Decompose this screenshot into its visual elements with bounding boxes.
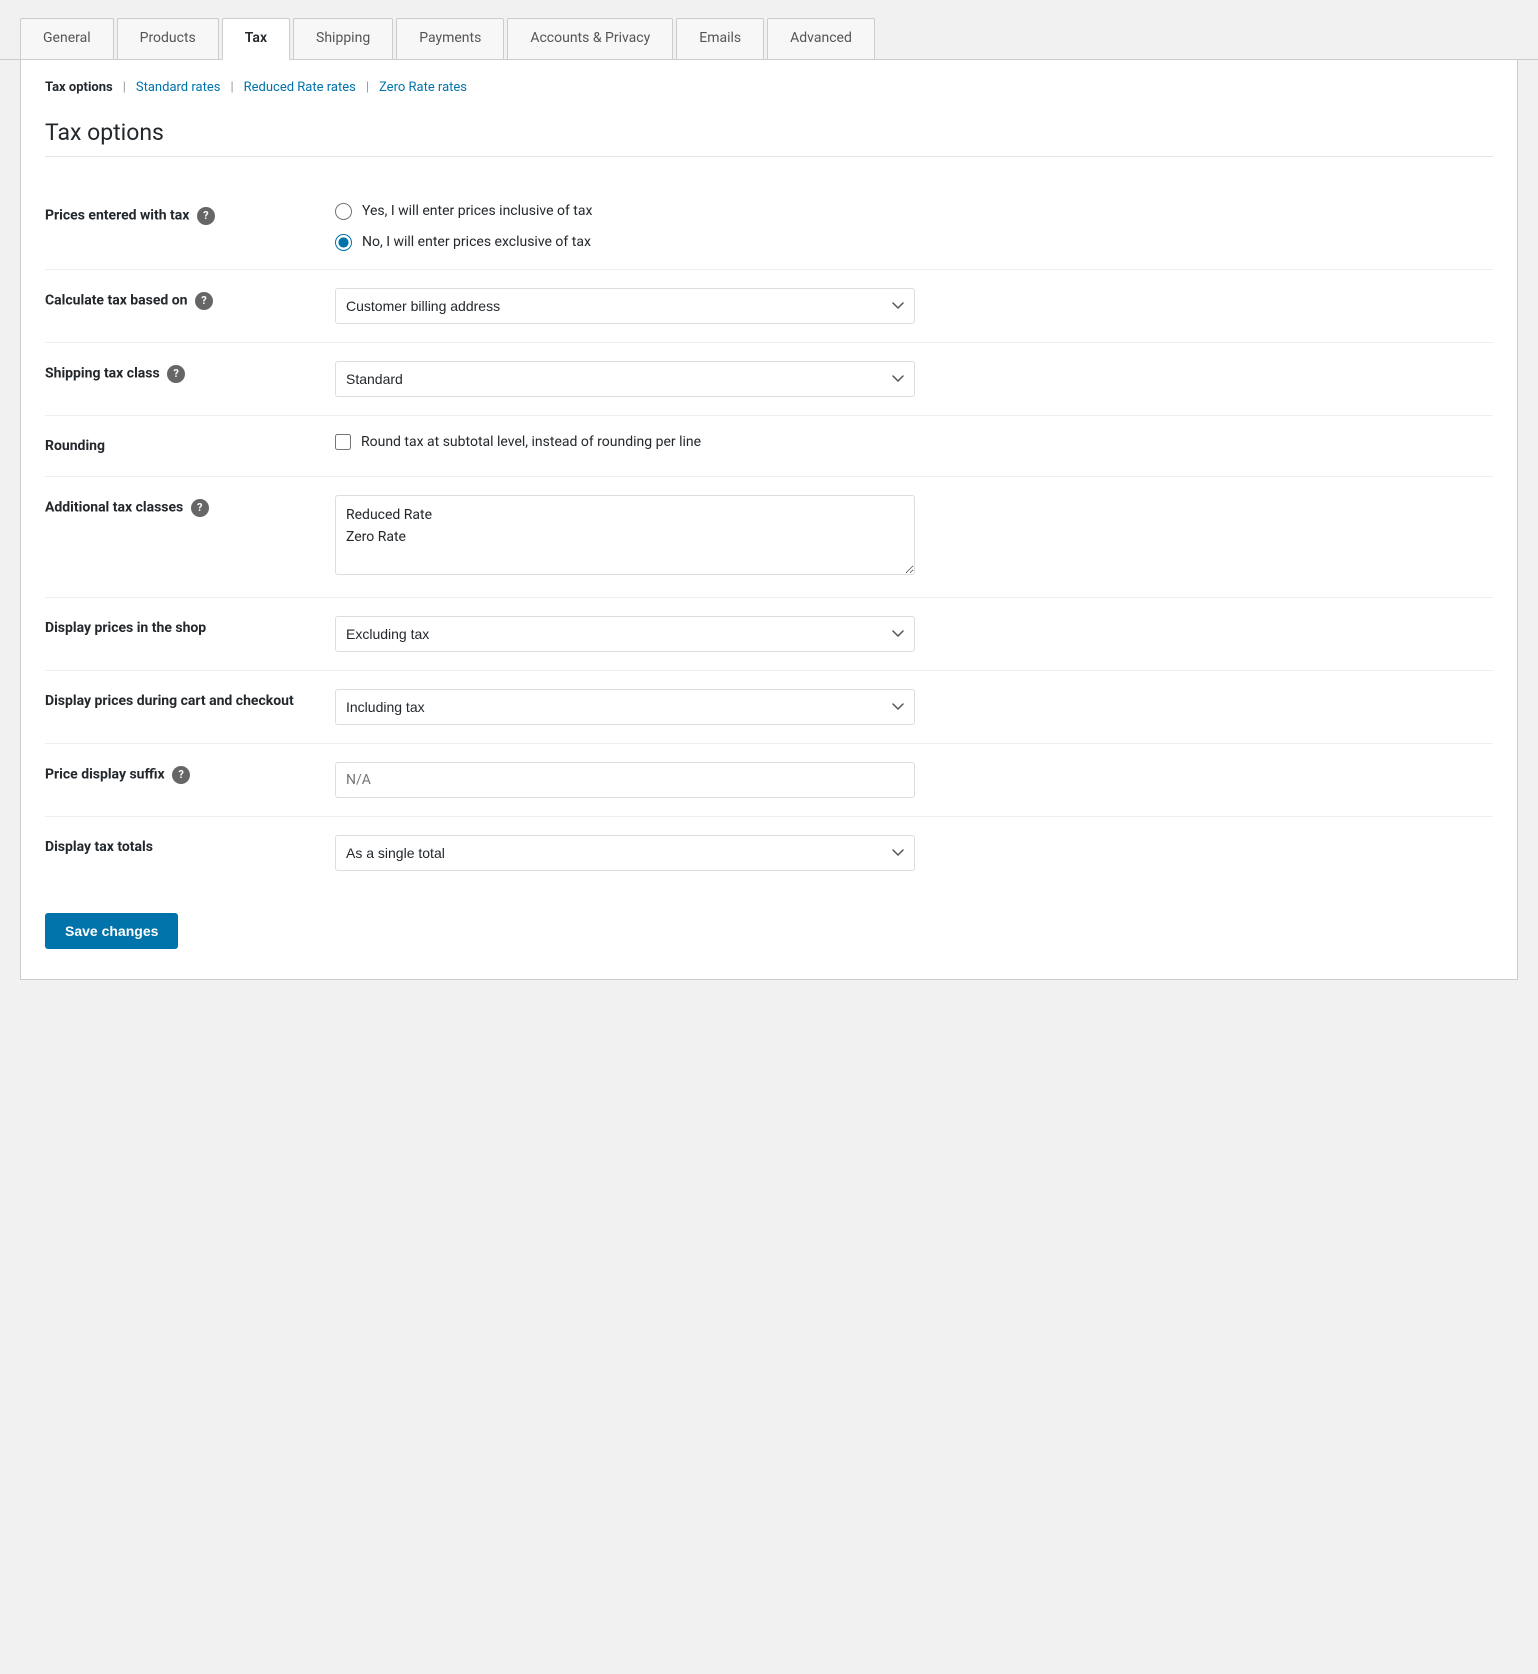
content-area: Tax options | Standard rates | Reduced R… [20,60,1518,980]
label-display-prices-cart-checkout: Display prices during cart and checkout [45,670,325,743]
subnav-reduced-rate-rates[interactable]: Reduced Rate rates [244,80,356,95]
field-display-prices-shop: Excluding tax Including tax Including ta… [325,597,1493,670]
select-display-prices-cart-checkout[interactable]: Excluding tax Including tax Including ta… [335,689,915,725]
label-shipping-tax-class: Shipping tax class ? [45,342,325,415]
subnav-zero-rate-rates[interactable]: Zero Rate rates [379,80,467,95]
sub-nav: Tax options | Standard rates | Reduced R… [45,80,1493,95]
help-icon-price-display-suffix[interactable]: ? [172,766,190,784]
field-calculate-tax-based-on: Customer billing address Customer shippi… [325,269,1493,342]
row-display-prices-shop: Display prices in the shop Excluding tax… [45,597,1493,670]
row-shipping-tax-class: Shipping tax class ? Standard Reduced Ra… [45,342,1493,415]
row-display-tax-totals: Display tax totals As a single total Ite… [45,816,1493,889]
field-display-prices-cart-checkout: Excluding tax Including tax Including ta… [325,670,1493,743]
subnav-current: Tax options [45,80,113,95]
tab-general[interactable]: General [20,18,114,59]
row-calculate-tax-based-on: Calculate tax based on ? Customer billin… [45,269,1493,342]
row-display-prices-cart-checkout: Display prices during cart and checkout … [45,670,1493,743]
help-icon-shipping-tax-class[interactable]: ? [167,365,185,383]
select-display-tax-totals[interactable]: As a single total Itemized [335,835,915,871]
select-display-prices-shop[interactable]: Excluding tax Including tax Including ta… [335,616,915,652]
row-price-display-suffix: Price display suffix ? [45,743,1493,816]
field-prices-entered-with-tax: Yes, I will enter prices inclusive of ta… [325,185,1493,270]
field-shipping-tax-class: Standard Reduced Rate Zero Rate [325,342,1493,415]
subnav-standard-rates[interactable]: Standard rates [136,80,221,95]
tabs-bar: General Products Tax Shipping Payments A… [0,0,1538,60]
tab-tax[interactable]: Tax [222,18,290,60]
input-price-display-suffix[interactable] [335,762,915,798]
radio-exclusive[interactable] [335,234,352,251]
checkbox-rounding[interactable] [335,434,351,450]
help-icon-additional-tax-classes[interactable]: ? [191,499,209,517]
row-rounding: Rounding Round tax at subtotal level, in… [45,415,1493,476]
page-title: Tax options [45,119,1493,157]
field-price-display-suffix [325,743,1493,816]
label-prices-entered-with-tax: Prices entered with tax ? [45,185,325,270]
field-additional-tax-classes: Reduced Rate Zero Rate [325,476,1493,597]
label-display-prices-shop: Display prices in the shop [45,597,325,670]
textarea-additional-tax-classes[interactable]: Reduced Rate Zero Rate [335,495,915,575]
page-wrapper: General Products Tax Shipping Payments A… [0,0,1538,1674]
radio-group-prices: Yes, I will enter prices inclusive of ta… [335,203,1483,251]
tab-payments[interactable]: Payments [396,18,504,59]
tab-advanced[interactable]: Advanced [767,18,875,59]
label-price-display-suffix: Price display suffix ? [45,743,325,816]
help-icon-prices-entered-with-tax[interactable]: ? [197,207,215,225]
label-rounding: Rounding [45,415,325,476]
tab-shipping[interactable]: Shipping [293,18,393,59]
radio-label-exclusive[interactable]: No, I will enter prices exclusive of tax [335,234,1483,251]
tab-products[interactable]: Products [117,18,219,59]
radio-inclusive[interactable] [335,203,352,220]
subnav-sep-1: | [123,80,126,95]
subnav-sep-3: | [366,80,369,95]
select-calculate-tax-based-on[interactable]: Customer billing address Customer shippi… [335,288,915,324]
field-rounding: Round tax at subtotal level, instead of … [325,415,1493,476]
save-button[interactable]: Save changes [45,913,178,949]
help-icon-calculate-tax[interactable]: ? [195,292,213,310]
checkbox-label-rounding[interactable]: Round tax at subtotal level, instead of … [335,434,1483,450]
field-display-tax-totals: As a single total Itemized [325,816,1493,889]
label-calculate-tax-based-on: Calculate tax based on ? [45,269,325,342]
tab-emails[interactable]: Emails [676,18,764,59]
select-shipping-tax-class[interactable]: Standard Reduced Rate Zero Rate [335,361,915,397]
row-prices-entered-with-tax: Prices entered with tax ? Yes, I will en… [45,185,1493,270]
subnav-sep-2: | [230,80,233,95]
radio-label-inclusive[interactable]: Yes, I will enter prices inclusive of ta… [335,203,1483,220]
row-additional-tax-classes: Additional tax classes ? Reduced Rate Ze… [45,476,1493,597]
tab-accounts-privacy[interactable]: Accounts & Privacy [507,18,673,59]
label-additional-tax-classes: Additional tax classes ? [45,476,325,597]
label-display-tax-totals: Display tax totals [45,816,325,889]
form-table: Prices entered with tax ? Yes, I will en… [45,185,1493,889]
